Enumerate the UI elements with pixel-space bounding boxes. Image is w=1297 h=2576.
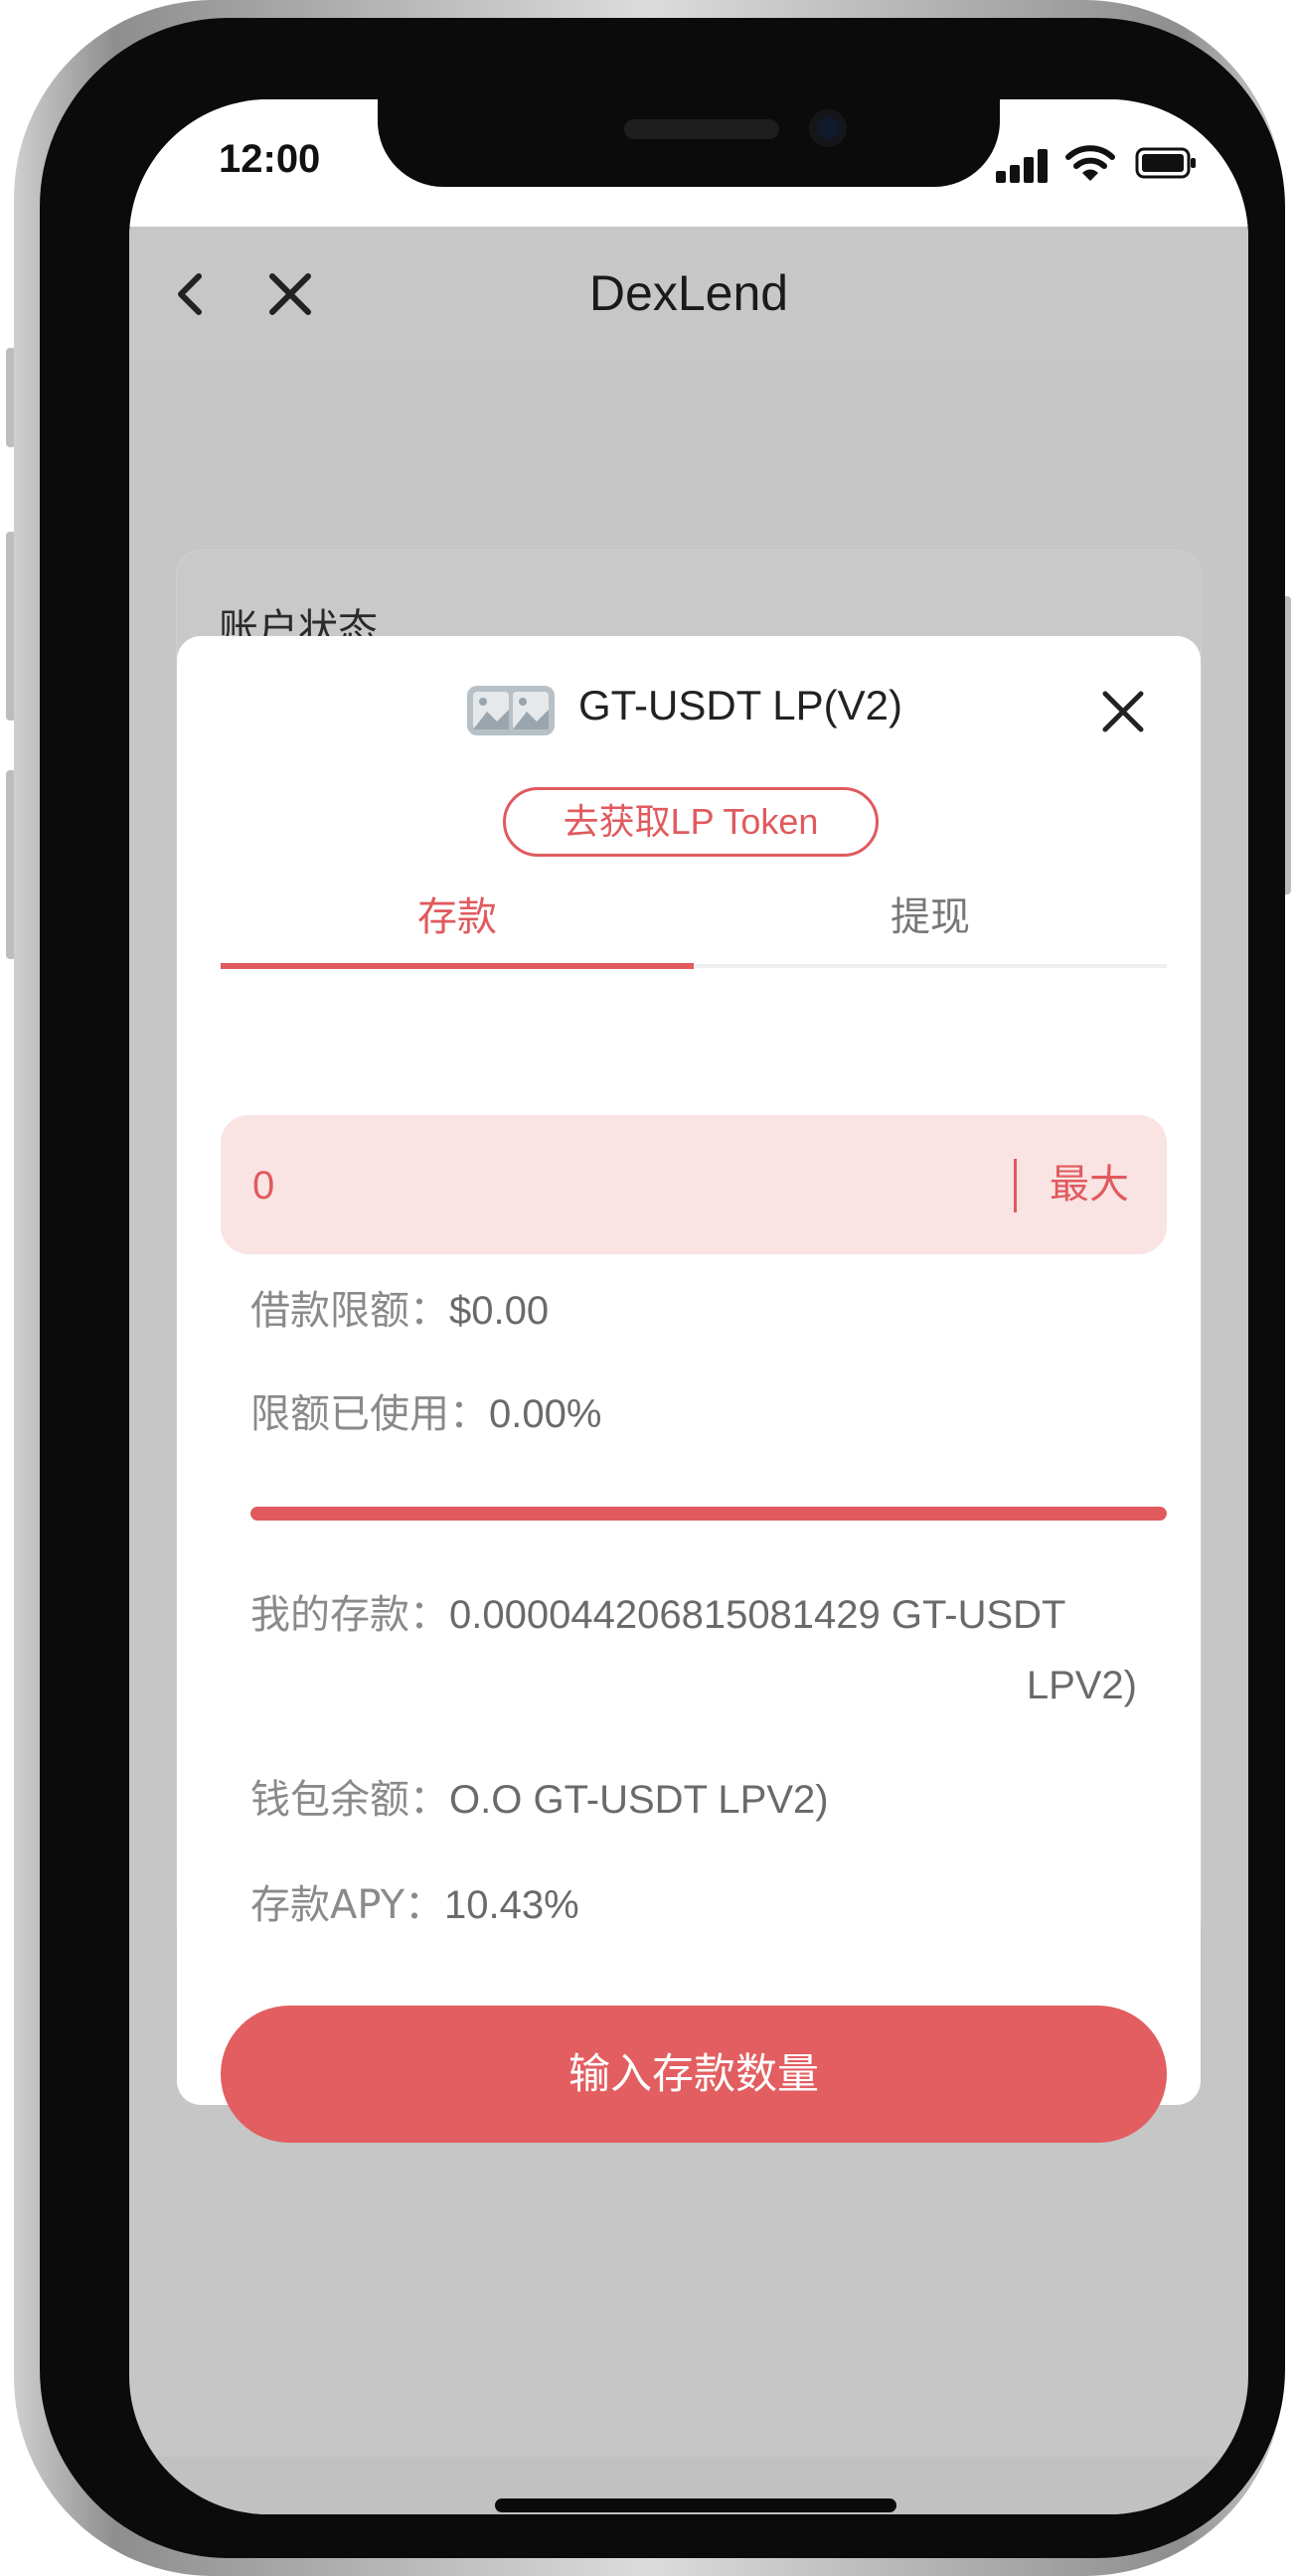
limit-used-row: 限额已使用：0.00% [250, 1381, 601, 1439]
modal-close-icon[interactable] [1097, 686, 1149, 737]
borrow-limit-value: $0.00 [449, 1289, 550, 1333]
phone-body: 12:00 DexLend 账户状态 GT-USDT LP(V2) 去获取LP … [40, 18, 1285, 2558]
limit-used-label: 限额已使用： [250, 1391, 489, 1437]
wallet-balance-row: 钱包余额：O.O GT-USDT LPV2) [250, 1767, 829, 1825]
my-deposit-row: 我的存款：0.000044206815081429 GT-USDT [250, 1582, 1065, 1640]
image-placeholder-icon [467, 686, 555, 735]
limit-used-value: 0.00% [489, 1392, 602, 1436]
deposit-apy-label: 存款APY： [250, 1882, 445, 1928]
deposit-apy-row: 存款APY：10.43% [250, 1872, 579, 1930]
status-time: 12:00 [219, 137, 321, 181]
notch [378, 99, 1000, 187]
wallet-balance-label: 钱包余额： [250, 1777, 449, 1823]
borrow-limit-row: 借款限额：$0.00 [250, 1278, 549, 1336]
amount-input[interactable] [250, 1115, 1030, 1256]
home-indicator [495, 2498, 896, 2512]
tab-underline-active [221, 963, 694, 969]
front-camera [809, 109, 847, 147]
amount-field: 最大 [221, 1115, 1167, 1256]
modal-header: GT-USDT LP(V2) [177, 676, 1201, 745]
wifi-icon [1065, 145, 1115, 181]
page-title: DexLend [588, 265, 789, 321]
my-deposit-value-continued: LPV2) [1026, 1664, 1137, 1707]
tab-bar: 存款 提现 [221, 875, 1167, 970]
my-deposit-label: 我的存款： [250, 1592, 449, 1638]
screen: 12:00 DexLend 账户状态 GT-USDT LP(V2) 去获取LP … [129, 99, 1248, 2514]
my-deposit-value: 0.000044206815081429 GT-USDT [449, 1593, 1066, 1637]
token-name: GT-USDT LP(V2) [578, 682, 902, 728]
signal-icon [996, 149, 1048, 183]
tab-deposit[interactable]: 存款 [221, 875, 694, 960]
battery-icon [1135, 147, 1196, 179]
max-button[interactable]: 最大 [1050, 1115, 1129, 1254]
limit-used-progress-bar [250, 1507, 1167, 1521]
limit-used-progress-fill [250, 1507, 1167, 1521]
tab-withdraw[interactable]: 提现 [694, 875, 1167, 960]
app-header: DexLend [129, 227, 1248, 362]
get-lp-token-button[interactable]: 去获取LP Token [503, 787, 879, 857]
phone-frame: 12:00 DexLend 账户状态 GT-USDT LP(V2) 去获取LP … [14, 0, 1285, 2576]
deposit-apy-value: 10.43% [444, 1883, 579, 1927]
deposit-modal: GT-USDT LP(V2) 去获取LP Token 存款 提现 最大 [177, 636, 1201, 2143]
borrow-limit-label: 借款限额： [250, 1288, 449, 1334]
submit-deposit-button[interactable]: 输入存款数量 [221, 2006, 1167, 2143]
speaker-grille [624, 119, 779, 139]
amount-divider [1014, 1159, 1017, 1212]
wallet-balance-value: O.O GT-USDT LPV2) [449, 1778, 829, 1822]
